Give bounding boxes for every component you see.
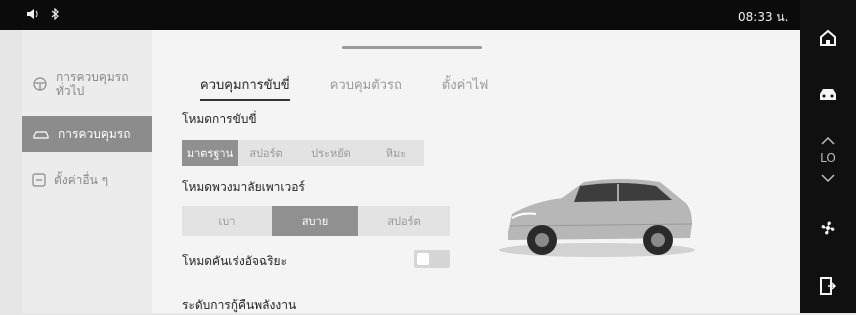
drive-mode-option[interactable]: ประหยัด <box>294 140 368 166</box>
toggle-knob <box>417 253 429 265</box>
tab-driving-control[interactable]: ควบคุมการขับขี่ <box>200 74 290 101</box>
settings-icon <box>32 173 46 187</box>
smart-pedal-label: โหมดคันเร่งอัจฉริยะ <box>182 254 288 268</box>
steering-mode-label: โหมดพวงมาลัยเพาเวอร์ <box>182 180 305 194</box>
steering-wheel-icon <box>33 77 47 91</box>
steering-mode-option[interactable]: สบาย <box>272 206 358 236</box>
nav-item-vehicle-control[interactable]: การควบคุมรถ <box>22 116 152 152</box>
tabs: ควบคุมการขับขี่ ควบคุมตัวรถ ตั้งค่าไฟ <box>200 74 488 101</box>
nav-item-general-control[interactable]: การควบคุมรถทั่วไป <box>22 66 152 102</box>
nav-item-other-settings[interactable]: ตั้งค่าอื่น ๆ <box>22 162 152 198</box>
vehicle-image <box>499 179 695 257</box>
drag-handle[interactable] <box>342 46 482 49</box>
nav-item-label: ตั้งค่าอื่น ๆ <box>54 173 109 187</box>
car-icon[interactable] <box>814 80 842 108</box>
volume-icon <box>26 8 40 23</box>
climate-control: LO <box>814 130 842 186</box>
drive-mode-option[interactable]: หิมะ <box>368 140 424 166</box>
smart-pedal-toggle[interactable] <box>414 250 450 268</box>
drive-mode-selector: มาตรฐาน สปอร์ต ประหยัด หิมะ <box>182 140 424 166</box>
drive-mode-option[interactable]: สปอร์ต <box>238 140 294 166</box>
drive-mode-option[interactable]: มาตรฐาน <box>182 140 238 166</box>
nav-item-label: การควบคุมรถทั่วไป <box>56 70 129 98</box>
bluetooth-icon <box>50 7 60 23</box>
exit-icon[interactable] <box>814 272 842 300</box>
nav-item-label: การควบคุมรถ <box>58 127 131 141</box>
tab-light-settings[interactable]: ตั้งค่าไฟ <box>442 74 489 101</box>
steering-mode-option[interactable]: เบา <box>182 206 272 236</box>
steering-mode-selector: เบา สบาย สปอร์ต <box>182 206 450 236</box>
status-bar: 08:33 น. <box>0 0 800 30</box>
climate-down-icon[interactable] <box>821 167 835 186</box>
settings-nav: การควบคุมรถทั่วไป การควบคุมรถ ตั้งค่าอื่… <box>22 30 152 313</box>
right-sidebar: LO <box>800 0 856 313</box>
main-panel: ควบคุมการขับขี่ ควบคุมตัวรถ ตั้งค่าไฟ โห… <box>152 30 800 313</box>
steering-mode-option[interactable]: สปอร์ต <box>358 206 450 236</box>
home-icon[interactable] <box>814 24 842 52</box>
tab-vehicle-control[interactable]: ควบคุมตัวรถ <box>330 74 402 101</box>
fan-icon[interactable] <box>814 214 842 242</box>
energy-recovery-label: ระดับการกู้คืนพลังงาน <box>182 298 297 312</box>
system-icons <box>26 7 60 23</box>
climate-level: LO <box>820 151 836 165</box>
climate-up-icon[interactable] <box>821 130 835 149</box>
car-outline-icon <box>33 131 49 139</box>
clock: 08:33 น. <box>738 10 789 24</box>
drive-mode-label: โหมดการขับขี่ <box>182 112 257 126</box>
